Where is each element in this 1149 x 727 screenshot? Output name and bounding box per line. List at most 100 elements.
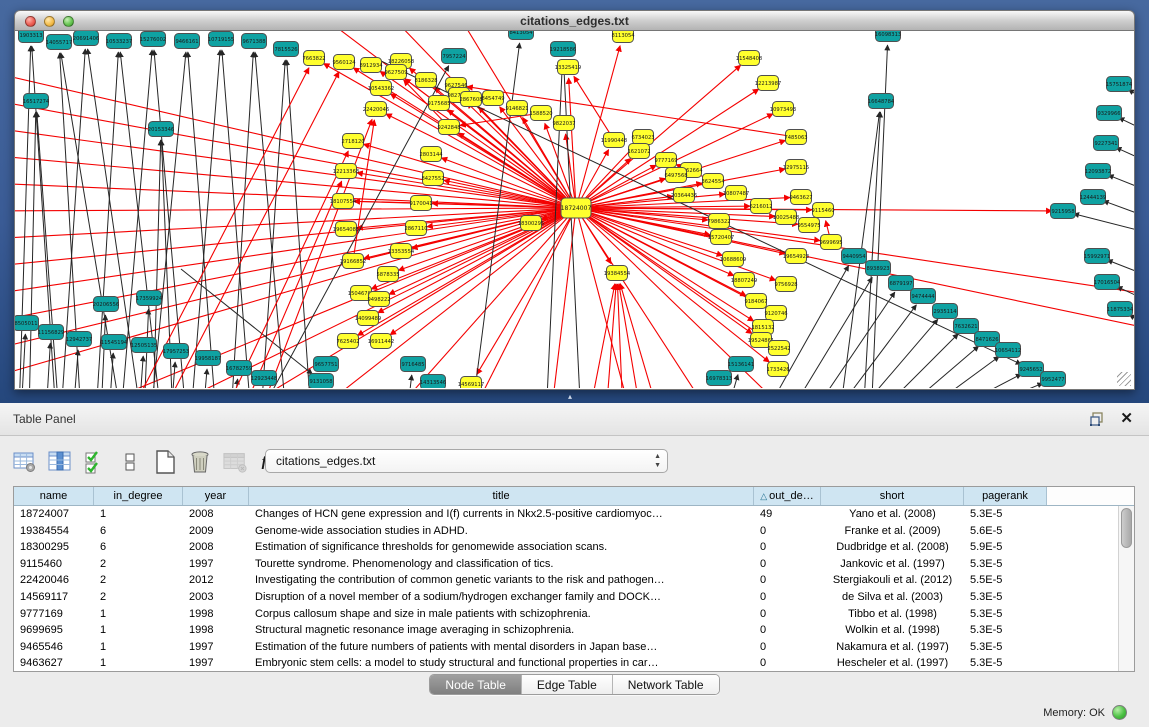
network-node[interactable]: 13325419: [555, 60, 581, 75]
network-node[interactable]: 9175685: [427, 96, 450, 111]
network-node[interactable]: 7957224: [442, 49, 467, 64]
network-node[interactable]: 7632621: [954, 319, 979, 334]
network-node[interactable]: 8505011: [15, 316, 39, 331]
network-node[interactable]: 10025488: [773, 210, 799, 225]
new-table-icon[interactable]: [153, 450, 177, 474]
network-edge[interactable]: [1128, 90, 1134, 109]
network-node[interactable]: 12444139: [1080, 190, 1106, 205]
network-edge[interactable]: [15, 208, 576, 379]
network-node[interactable]: 1733426: [766, 362, 789, 377]
network-window-titlebar[interactable]: citations_edges.txt: [14, 10, 1135, 31]
column-header-pagerank[interactable]: pagerank: [964, 487, 1047, 505]
network-node[interactable]: 8113054: [611, 31, 635, 43]
network-node[interactable]: 18807249: [731, 273, 757, 288]
network-node[interactable]: 9440954: [842, 249, 867, 264]
network-edge[interactable]: [15, 208, 576, 351]
network-edge[interactable]: [589, 284, 615, 388]
network-node[interactable]: 8427552: [421, 171, 444, 186]
network-node[interactable]: 8186328: [414, 73, 437, 88]
select-columns-icon[interactable]: [48, 450, 72, 474]
network-edge[interactable]: [617, 284, 623, 388]
delete-table-icon[interactable]: [188, 450, 212, 474]
network-edge[interactable]: [1074, 214, 1134, 236]
network-edge[interactable]: [407, 375, 412, 388]
network-node[interactable]: 18300295: [518, 216, 544, 231]
network-node[interactable]: 19654923: [783, 249, 809, 264]
network-node[interactable]: 11548408: [736, 51, 762, 66]
table-row[interactable]: 969969511998Structural magnetic resonanc…: [14, 622, 1118, 639]
network-node[interactable]: 16911442: [368, 334, 394, 349]
network-node[interactable]: 9215958: [1051, 204, 1076, 219]
network-node[interactable]: 5878335: [376, 267, 399, 282]
network-node[interactable]: 9822037: [552, 116, 575, 131]
close-window-icon[interactable]: [25, 16, 36, 27]
network-node[interactable]: 7625402: [336, 334, 359, 349]
network-node[interactable]: 2935114: [933, 304, 958, 319]
column-header-short[interactable]: short: [821, 487, 964, 505]
network-edge[interactable]: [576, 208, 711, 388]
network-canvas[interactable]: 1903313140557172069140610533237152760029…: [14, 31, 1135, 390]
network-node[interactable]: 14055717: [46, 35, 72, 50]
network-node[interactable]: 12975115: [783, 160, 809, 175]
network-node[interactable]: 9474444: [911, 289, 936, 304]
network-edge[interactable]: [73, 350, 78, 388]
network-node[interactable]: 9716485: [401, 357, 426, 372]
network-node[interactable]: 20153346: [148, 122, 174, 137]
network-node[interactable]: 7485063: [784, 130, 807, 145]
table-row[interactable]: 946554611997Estimation of the future num…: [14, 639, 1118, 656]
network-node[interactable]: 9463627: [789, 190, 812, 205]
network-edge[interactable]: [139, 356, 143, 388]
network-node[interactable]: 1903313: [19, 31, 44, 43]
table-row[interactable]: 1456911722003Disruption of a novel membe…: [14, 589, 1118, 606]
network-node[interactable]: 9227341: [1094, 136, 1119, 151]
network-node[interactable]: 1621072: [627, 144, 650, 159]
network-node[interactable]: 9671388: [242, 34, 267, 49]
network-node[interactable]: 7815526: [274, 42, 299, 57]
column-header-year[interactable]: year: [183, 487, 249, 505]
network-edge[interactable]: [37, 112, 59, 388]
tab-edge-table[interactable]: Edge Table: [522, 675, 613, 694]
network-node[interactable]: 19958187: [195, 351, 221, 366]
network-node[interactable]: 12505135: [131, 338, 157, 353]
network-node[interactable]: 9657751: [314, 357, 339, 372]
network-node[interactable]: 12923448: [251, 371, 277, 386]
column-header-in_degree[interactable]: in_degree: [94, 487, 183, 505]
network-node[interactable]: 7986322: [707, 214, 730, 229]
network-node[interactable]: 2867608: [459, 92, 482, 107]
network-node[interactable]: 15751874: [1106, 77, 1133, 92]
network-edge[interactable]: [1119, 118, 1134, 138]
network-node[interactable]: 16782759: [226, 361, 252, 376]
network-node[interactable]: 2522542: [767, 341, 790, 356]
table-row[interactable]: 977716911998Corpus callosum shape and si…: [14, 606, 1118, 623]
network-node[interactable]: 9184067: [744, 294, 767, 309]
network-node[interactable]: 2867110: [404, 221, 427, 236]
network-node[interactable]: 9560124: [332, 55, 356, 70]
network-node[interactable]: 20206556: [93, 297, 119, 312]
network-node[interactable]: 10719155: [208, 32, 234, 47]
column-header-name[interactable]: name: [14, 487, 94, 505]
table-row[interactable]: 1938455462009Genome-wide association stu…: [14, 523, 1118, 540]
network-node[interactable]: 8912934: [359, 58, 383, 73]
zoom-window-icon[interactable]: [63, 16, 74, 27]
network-node[interactable]: 10533237: [106, 34, 132, 49]
network-node[interactable]: 9699695: [819, 235, 842, 250]
memory-status-icon[interactable]: [1112, 705, 1127, 720]
network-node[interactable]: 16517274: [23, 94, 50, 109]
network-edge[interactable]: [222, 50, 251, 388]
network-node[interactable]: 10654112: [995, 343, 1021, 358]
network-node[interactable]: 2718120: [341, 134, 364, 149]
network-node[interactable]: 12213363: [333, 164, 359, 179]
network-edge[interactable]: [231, 52, 253, 388]
network-node[interactable]: 11156829: [38, 325, 64, 340]
network-node[interactable]: 9242848: [437, 120, 460, 135]
table-row[interactable]: 1872400712008Changes of HCN gene express…: [14, 506, 1118, 523]
network-node[interactable]: 18107554: [330, 194, 357, 209]
table-row[interactable]: 2242004622012Investigating the contribut…: [14, 572, 1118, 589]
column-header-out_de[interactable]: △out_de…: [754, 487, 821, 505]
tab-node-table[interactable]: Node Table: [430, 675, 522, 694]
network-node[interactable]: 15720407: [708, 230, 734, 245]
table-scrollbar-thumb[interactable]: [1121, 508, 1132, 548]
network-node[interactable]: 9146821: [505, 101, 528, 116]
network-node[interactable]: 16648784: [868, 94, 895, 109]
table-row[interactable]: 911546021997Tourette syndrome. Phenomeno…: [14, 556, 1118, 573]
